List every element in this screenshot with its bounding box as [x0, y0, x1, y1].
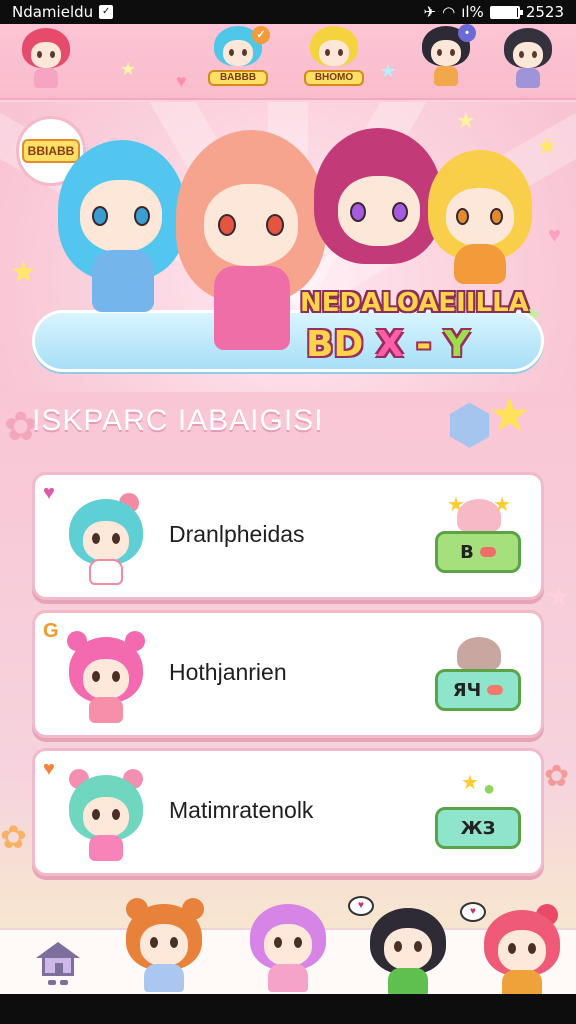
- signal-label: ıl%: [461, 3, 484, 21]
- character-avatar-4[interactable]: •: [420, 24, 476, 88]
- mascot-icon: ★ ★: [447, 495, 511, 533]
- chat-bubble-icon: ♥: [460, 902, 486, 922]
- character-name-tag: BABBB: [208, 70, 268, 86]
- character-name-tag: BHOMO: [304, 70, 364, 86]
- card-action-value: ЯЧ: [452, 679, 482, 701]
- mute-icon: ✈: [423, 3, 437, 21]
- card-label: Matimratenolk: [169, 797, 314, 823]
- nav-character-3[interactable]: ♥: [348, 896, 450, 1002]
- chat-badge-icon: •: [458, 24, 476, 42]
- character-avatar-1[interactable]: [20, 28, 72, 90]
- heart-icon: ♥: [548, 222, 562, 247]
- list-card[interactable]: ♥ Dranlpheidas ★ ★ B: [32, 472, 544, 600]
- character-strip: BABBB ✓ BHOMO • ★ ♥ ★: [0, 24, 576, 100]
- star-icon: ★: [536, 133, 558, 160]
- card-action-button[interactable]: ЯЧ: [435, 669, 521, 711]
- card-avatar: [61, 489, 151, 589]
- card-label: Hothjanrien: [169, 659, 287, 685]
- nav-character-2[interactable]: [246, 898, 330, 998]
- hero-banner[interactable]: ★ ★ ♥ ★ ★ BBIABB NEDALOAEIILLA BD X - Y: [0, 102, 576, 392]
- clock-label: 2523: [525, 3, 564, 21]
- sparkle-icon: ★ ●: [461, 772, 496, 800]
- hero-title: NEDALOAEIILLA: [300, 288, 529, 318]
- heart-icon: ♥: [176, 71, 187, 91]
- carrier-label: Ndamieldu: [12, 3, 94, 21]
- list-card[interactable]: G Hothjanrien ЯЧ: [32, 610, 544, 738]
- card-action-button[interactable]: B: [435, 531, 521, 573]
- section-title: ISKPARC IABAIGISI: [32, 404, 324, 437]
- status-dot-icon: [487, 685, 504, 695]
- star-icon: ★: [10, 256, 37, 289]
- heart-icon: ♥: [43, 482, 55, 504]
- letter-badge-icon: G: [43, 620, 59, 642]
- list-card[interactable]: ♥ Matimratenolk ★ ● ЖЗ: [32, 748, 544, 876]
- flower-icon: ✿: [544, 760, 570, 793]
- nav-character-1[interactable]: [122, 898, 206, 998]
- card-avatar: [61, 765, 151, 865]
- flower-icon: ✿: [0, 819, 27, 855]
- chat-bubble-icon: ♥: [348, 896, 374, 916]
- star-icon: ★: [488, 389, 532, 442]
- hero-subtitle-part: -: [416, 324, 432, 365]
- star-icon: ★: [546, 581, 572, 612]
- status-bar: Ndamieldu ✓ ✈ ◠ ıl% 2523: [0, 0, 576, 24]
- system-navigation-bar: [0, 994, 576, 1024]
- heart-icon: ♥: [43, 758, 55, 780]
- hero-character-magenta: [314, 128, 444, 288]
- character-avatar-2[interactable]: BABBB ✓: [208, 26, 270, 88]
- status-dot-icon: [479, 547, 496, 557]
- hero-subtitle-part: X: [375, 324, 404, 365]
- star-icon: ★: [456, 108, 476, 133]
- star-icon: ★: [380, 61, 397, 81]
- mascot-icon: [447, 633, 511, 671]
- home-icon[interactable]: [30, 934, 86, 992]
- card-avatar: [61, 627, 151, 727]
- card-action-value: ЖЗ: [460, 817, 496, 839]
- status-left: Ndamieldu ✓: [12, 3, 114, 21]
- hexagon-icon: ⬢: [446, 395, 494, 455]
- wifi-icon: ◠: [442, 3, 456, 21]
- hero-character-blue: [58, 140, 188, 315]
- hero-subtitle-part: BD: [306, 324, 364, 365]
- card-action-button[interactable]: ЖЗ: [435, 807, 521, 849]
- nav-character-4[interactable]: ♥: [460, 902, 564, 1004]
- hero-subtitle: BD X - Y: [306, 324, 470, 365]
- hero-character-blonde: [428, 150, 532, 290]
- star-icon: ★: [120, 59, 137, 79]
- status-right: ✈ ◠ ıl% 2523: [424, 3, 564, 21]
- card-label: Dranlpheidas: [169, 521, 305, 547]
- character-avatar-3[interactable]: BHOMO: [304, 26, 364, 88]
- card-action-value: B: [460, 541, 474, 563]
- star-badge-icon: ✓: [252, 26, 270, 44]
- battery-icon: [489, 5, 523, 19]
- character-avatar-5[interactable]: [502, 28, 554, 90]
- notification-icon: ✓: [99, 5, 114, 19]
- hero-subtitle-part: Y: [443, 324, 470, 365]
